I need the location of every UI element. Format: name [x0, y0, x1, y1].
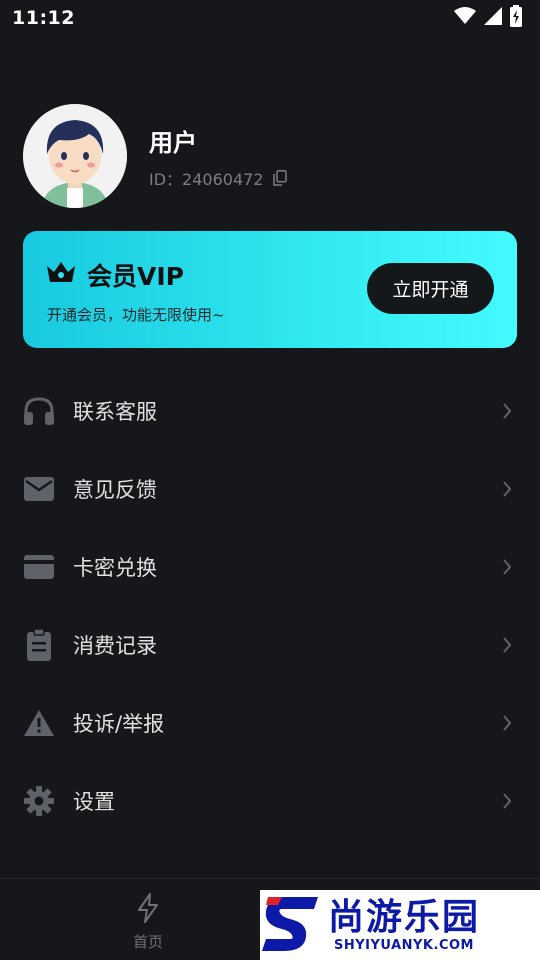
signal-icon [484, 7, 502, 29]
watermark-s-logo [260, 891, 322, 959]
chevron-right-icon [502, 403, 512, 419]
menu-item-report[interactable]: 投诉/举报 [0, 684, 540, 762]
user-id-row: ID：24060472 [149, 166, 288, 190]
chevron-right-icon [502, 715, 512, 731]
clipboard-icon [23, 629, 55, 661]
menu-item-card-redeem[interactable]: 卡密兑换 [0, 528, 540, 606]
activate-vip-button[interactable]: 立即开通 [367, 263, 494, 314]
username: 用户 [149, 128, 197, 157]
menu-item-purchase-history[interactable]: 消费记录 [0, 606, 540, 684]
menu-item-label: 意见反馈 [73, 478, 157, 502]
menu-item-feedback[interactable]: 意见反馈 [0, 450, 540, 528]
warning-icon [23, 707, 55, 739]
card-icon [23, 551, 55, 583]
chevron-right-icon [502, 559, 512, 575]
lightning-icon [136, 893, 160, 927]
wifi-icon [454, 7, 476, 29]
status-time: 11:12 [12, 7, 75, 29]
chevron-right-icon [502, 637, 512, 653]
chevron-right-icon [502, 481, 512, 497]
nav-home-label: 首页 [132, 933, 163, 951]
vip-title-row: 会员VIP [45, 257, 184, 293]
vip-title: 会员VIP [87, 262, 184, 291]
vip-card[interactable]: 会员VIP 开通会员，功能无限使用~ 立即开通 [23, 231, 517, 348]
vip-subtitle: 开通会员，功能无限使用~ [47, 306, 225, 324]
menu-item-settings[interactable]: 设置 [0, 762, 540, 840]
profile-info: 用户 ID：24060472 [149, 123, 288, 190]
crown-icon [45, 260, 77, 290]
watermark-cn: 尚游乐园 [328, 896, 481, 938]
watermark-text: 尚游乐园 SHYIYUANYK.COM [328, 896, 481, 953]
copy-icon[interactable] [273, 169, 288, 186]
chevron-right-icon [502, 793, 512, 809]
battery-charging-icon [510, 5, 522, 31]
gear-icon [23, 785, 55, 817]
mail-icon [23, 473, 55, 505]
watermark-logo: 尚游乐园 SHYIYUANYK.COM [260, 890, 540, 960]
menu-item-label: 联系客服 [73, 400, 157, 424]
headphones-icon [23, 395, 55, 427]
menu-item-label: 消费记录 [73, 634, 157, 658]
status-bar: 11:12 [0, 0, 540, 36]
user-id: ID：24060472 [149, 169, 264, 189]
avatar[interactable] [23, 104, 127, 208]
status-icons [454, 5, 522, 31]
menu-item-customer-service[interactable]: 联系客服 [0, 372, 540, 450]
menu-item-label: 卡密兑换 [73, 556, 157, 580]
avatar-illustration [23, 104, 127, 208]
menu-item-label: 设置 [73, 790, 115, 814]
profile-header: 用户 ID：24060472 [23, 104, 288, 208]
nav-home[interactable]: 首页 [118, 893, 178, 952]
menu-item-label: 投诉/举报 [73, 712, 165, 736]
watermark-en: SHYIYUANYK.COM [334, 937, 474, 953]
menu-list: 联系客服 意见反馈 卡密兑换 消费记录 投诉/举报 设置 [0, 372, 540, 840]
